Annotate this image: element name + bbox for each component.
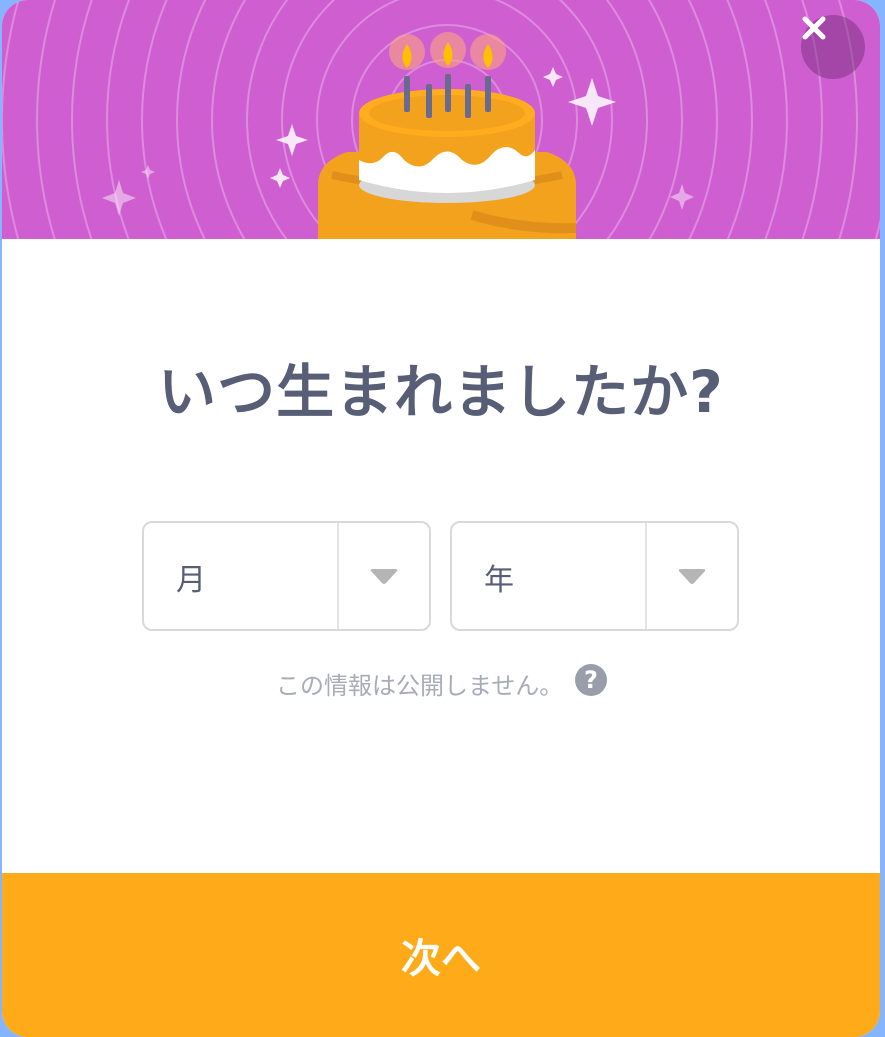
close-icon xyxy=(802,16,826,40)
next-button[interactable]: 次へ xyxy=(2,873,880,1037)
question-icon[interactable]: ? xyxy=(575,664,607,696)
birth-month-value: 月 xyxy=(176,563,206,598)
select-divider xyxy=(645,523,647,629)
birthday-modal: いつ生まれましたか? 月 年 この情報は公開しません。 ? 次へ xyxy=(2,0,880,1037)
birth-year-value: 年 xyxy=(484,563,514,598)
close-button[interactable] xyxy=(801,15,865,79)
birth-year-select[interactable]: 年 xyxy=(450,521,739,631)
caret-down-icon xyxy=(678,569,706,584)
privacy-note: この情報は公開しません。 xyxy=(276,672,564,700)
modal-title: いつ生まれましたか? xyxy=(158,358,724,426)
birthday-banner xyxy=(2,0,880,239)
caret-down-icon xyxy=(370,569,398,584)
birth-month-select[interactable]: 月 xyxy=(142,521,431,631)
select-divider xyxy=(337,523,339,629)
birthday-cake-illustration xyxy=(2,0,880,239)
